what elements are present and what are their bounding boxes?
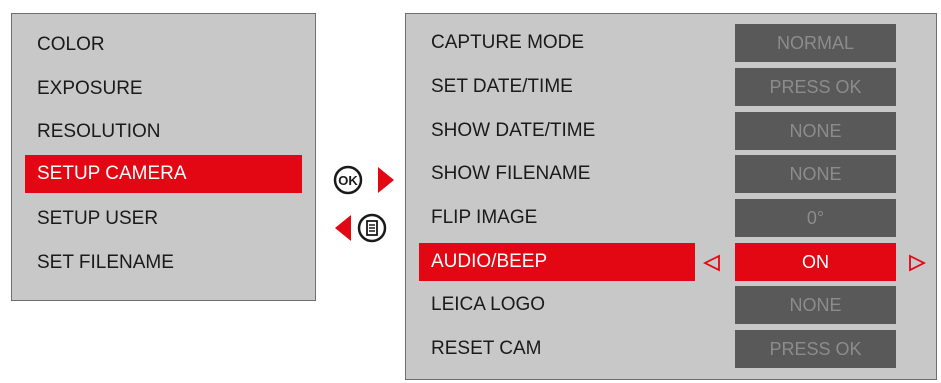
menu-item-setup-user[interactable]: SETUP USER [25,200,302,238]
setting-audio-beep[interactable]: AUDIO/BEEP [419,243,695,281]
setting-set-date-time[interactable]: SET DATE/TIME [419,68,695,106]
setting-capture-mode[interactable]: CAPTURE MODE [419,24,695,62]
setting-show-filename[interactable]: SHOW FILENAME [419,155,695,193]
menu-button-icon [357,213,387,243]
menu-item-setup-camera[interactable]: SETUP CAMERA [25,155,302,193]
flip-image-value[interactable]: 0° [735,199,896,237]
show-filename-value[interactable]: NONE [735,155,896,193]
right-arrow-icon [376,166,396,194]
setting-reset-cam[interactable]: RESET CAM [419,330,695,368]
reset-cam-value[interactable]: PRESS OK [735,330,896,368]
audio-beep-value[interactable]: ON [735,243,896,281]
ok-label: OK [338,173,358,188]
capture-mode-value[interactable]: NORMAL [735,24,896,62]
menu-item-resolution[interactable]: RESOLUTION [25,113,302,151]
main-menu-panel: COLOR EXPOSURE RESOLUTION SETUP CAMERA S… [11,13,316,301]
ok-button-icon: OK [333,165,363,195]
set-date-time-value[interactable]: PRESS OK [735,68,896,106]
show-date-time-value[interactable]: NONE [735,112,896,150]
setting-leica-logo[interactable]: LEICA LOGO [419,286,695,324]
menu-item-set-filename[interactable]: SET FILENAME [25,244,302,282]
setting-show-date-time[interactable]: SHOW DATE/TIME [419,112,695,150]
setup-camera-panel: CAPTURE MODE NORMAL SET DATE/TIME PRESS … [405,13,937,380]
value-next-arrow-icon[interactable] [908,254,927,272]
value-prev-arrow-icon[interactable] [702,254,721,272]
left-arrow-icon [333,214,353,242]
leica-logo-value[interactable]: NONE [735,286,896,324]
menu-item-color[interactable]: COLOR [25,26,302,64]
setting-flip-image[interactable]: FLIP IMAGE [419,199,695,237]
menu-item-exposure[interactable]: EXPOSURE [25,70,302,108]
